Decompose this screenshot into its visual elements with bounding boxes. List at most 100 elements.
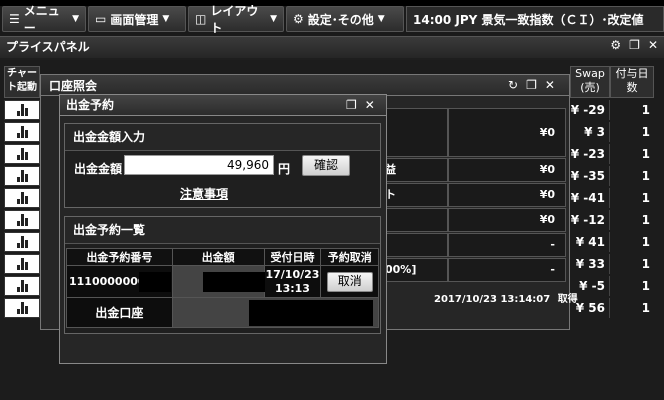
amount-input-section-title: 出金金額入力	[65, 124, 380, 151]
bar-chart-icon	[16, 258, 28, 270]
table-row: ¥ -23 1	[570, 144, 658, 164]
days-value: 1	[641, 169, 650, 183]
redacted-block	[202, 272, 265, 292]
gear-icon[interactable]: ⚙	[610, 38, 621, 52]
confirm-button[interactable]: 確認	[302, 155, 350, 176]
bar-chart-icon	[16, 214, 28, 226]
amount-input[interactable]: 49,960	[124, 155, 274, 175]
swap-grid: Swap (売) 付与日数 ¥ -29 1 ¥ 31 ¥ -23 1 ¥ -35 1 …	[570, 66, 658, 320]
chart-launch-button[interactable]	[4, 188, 40, 208]
table-row: ¥ -5 1	[570, 276, 658, 296]
account-value: ¥0	[448, 158, 566, 182]
close-icon[interactable]: ✕	[545, 78, 555, 92]
account-label-cell: 出金口座	[66, 297, 173, 328]
reservation-date: 17/10/23	[265, 267, 320, 281]
days-value: 1	[641, 103, 650, 117]
price-panel-title: プライスパネル	[0, 36, 664, 58]
close-icon[interactable]: ✕	[365, 98, 375, 112]
col-cancel-header: 予約取消	[320, 248, 379, 266]
bar-chart-icon	[16, 148, 28, 160]
timestamp-text: 2017/10/23 13:14:07	[434, 294, 551, 305]
days-value: 1	[641, 301, 650, 315]
account-label: 益	[380, 158, 448, 182]
amount-label: 出金金額	[74, 162, 123, 176]
yen-unit: 円	[278, 162, 291, 176]
account-value: -	[448, 233, 566, 257]
caret-down-icon: ▼	[72, 14, 79, 24]
account-timestamp: 2017/10/23 13:14:07 取得	[434, 290, 578, 305]
days-value: 1	[641, 191, 650, 205]
layout-label: レイアウト	[210, 4, 259, 35]
account-label	[380, 108, 448, 157]
chart-launch-button[interactable]	[4, 144, 40, 164]
screen-manage-button[interactable]: ▭ 画面管理 ▼	[88, 6, 186, 32]
col-date-header: 受付日時	[263, 248, 322, 266]
swap-grid-header: Swap (売) 付与日数	[570, 66, 658, 98]
account-label: 00%]	[380, 258, 448, 282]
table-row: ¥ -35 1	[570, 166, 658, 186]
swap-value: ¥ 33	[570, 254, 610, 274]
chart-launch-header: チャート起動	[4, 66, 40, 98]
restore-window-icon[interactable]: ❐	[346, 98, 357, 112]
col-amount-header: 出金額	[171, 248, 265, 266]
screen-manage-label: 画面管理	[110, 12, 159, 27]
table-header-row: 出金予約番号 出金額 受付日時 予約取消	[66, 248, 379, 266]
price-panel-controls: ⚙ ❐ ✕	[610, 38, 658, 52]
chart-launch-button[interactable]	[4, 232, 40, 252]
account-window-controls: ↻ ❐ ✕	[508, 78, 555, 92]
bar-chart-icon	[16, 170, 28, 182]
swap-value: ¥ -23	[570, 144, 610, 164]
fetch-label: 取得	[557, 294, 578, 305]
restore-window-icon[interactable]: ❐	[629, 38, 640, 52]
withdraw-account-cell	[171, 297, 380, 328]
notes-link[interactable]: 注意事項	[180, 185, 228, 202]
chart-launch-button[interactable]	[4, 166, 40, 186]
bar-chart-icon	[16, 192, 28, 204]
settings-label: 設定･その他	[307, 12, 374, 27]
reservation-number-cell: 1110000000	[66, 265, 173, 298]
layout-icon: ◫	[195, 12, 207, 26]
account-values: ¥0 ¥0 ¥0 ¥0 - -	[448, 108, 566, 283]
caret-down-icon: ▼	[270, 14, 277, 24]
news-ticker[interactable]: 14:00 JPY 景気一致指数（ＣＩ）･改定値	[406, 6, 664, 32]
days-header: 付与日数	[610, 66, 654, 98]
bar-chart-icon	[16, 236, 28, 248]
days-value: 1	[641, 147, 650, 161]
swap-value: ¥ -29	[570, 100, 610, 120]
gear-icon: ⚙	[293, 12, 304, 26]
table-row: ¥ -29 1	[570, 100, 658, 120]
swap-value: ¥ -41	[570, 188, 610, 208]
account-value: ¥0	[448, 183, 566, 207]
days-value: 1	[641, 125, 650, 139]
swap-sell-header: Swap (売)	[570, 66, 610, 98]
withdraw-dialog-controls: ❐ ✕	[346, 98, 375, 112]
layout-button[interactable]: ◫ レイアウト ▼	[188, 4, 284, 35]
swap-value: ¥ -35	[570, 166, 610, 186]
redacted-block	[248, 300, 373, 326]
table-row: ¥ 3 1	[570, 122, 658, 142]
close-icon[interactable]: ✕	[648, 38, 658, 52]
account-window-title: 口座照会	[40, 74, 570, 96]
chart-launch-button[interactable]	[4, 122, 40, 142]
refresh-icon[interactable]: ↻	[508, 78, 518, 92]
chart-launch-button[interactable]	[4, 254, 40, 274]
cancel-button[interactable]: 取消	[326, 271, 373, 292]
account-value: -	[448, 258, 566, 282]
date-cell: 17/10/23 13:13	[263, 265, 322, 298]
table-row: ¥ -12 1	[570, 210, 658, 230]
chart-launch-button[interactable]	[4, 276, 40, 296]
reservation-time: 13:13	[274, 281, 310, 295]
withdraw-dialog-title: 出金予約	[59, 94, 387, 116]
settings-button[interactable]: ⚙ 設定･その他 ▼	[286, 6, 404, 32]
chart-launch-button[interactable]	[4, 100, 40, 120]
menu-button[interactable]: ☰ メニュー ▼	[2, 4, 86, 35]
reservation-number: 1110000000	[69, 275, 146, 288]
menu-label: メニュー	[23, 4, 60, 35]
chart-launch-button[interactable]	[4, 298, 40, 318]
restore-window-icon[interactable]: ❐	[526, 78, 537, 92]
cancel-cell: 取消	[320, 265, 379, 298]
swap-value: ¥ -12	[570, 210, 610, 230]
chart-launch-button[interactable]	[4, 210, 40, 230]
caret-down-icon: ▼	[377, 14, 385, 24]
bar-chart-icon	[16, 280, 28, 292]
